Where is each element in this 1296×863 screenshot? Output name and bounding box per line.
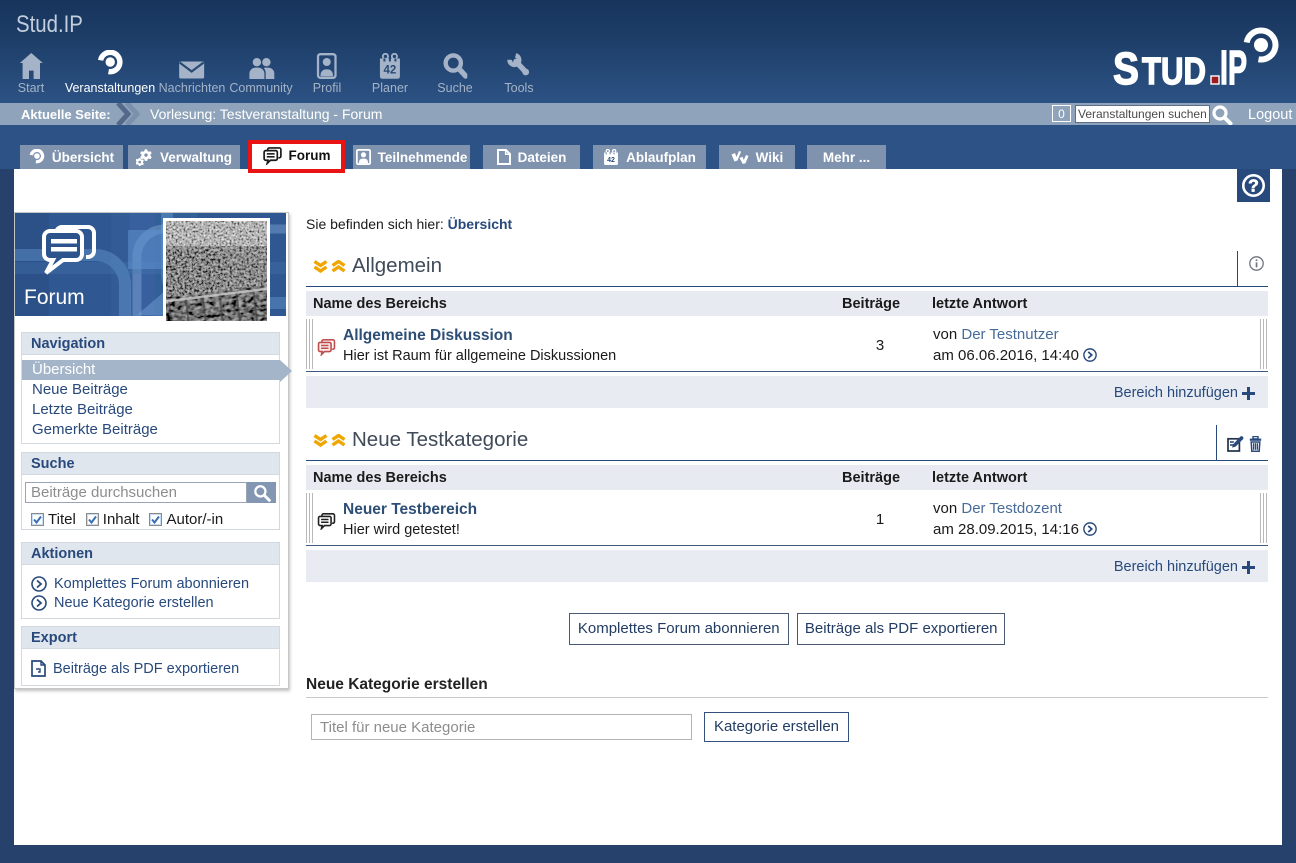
svg-text:IP: IP xyxy=(1220,42,1247,95)
svg-text:42: 42 xyxy=(607,157,615,164)
svg-text:TUD: TUD xyxy=(1142,51,1206,93)
svg-text:?: ? xyxy=(1248,176,1259,196)
svg-text:S: S xyxy=(1113,43,1139,94)
svg-text:42: 42 xyxy=(384,65,397,77)
